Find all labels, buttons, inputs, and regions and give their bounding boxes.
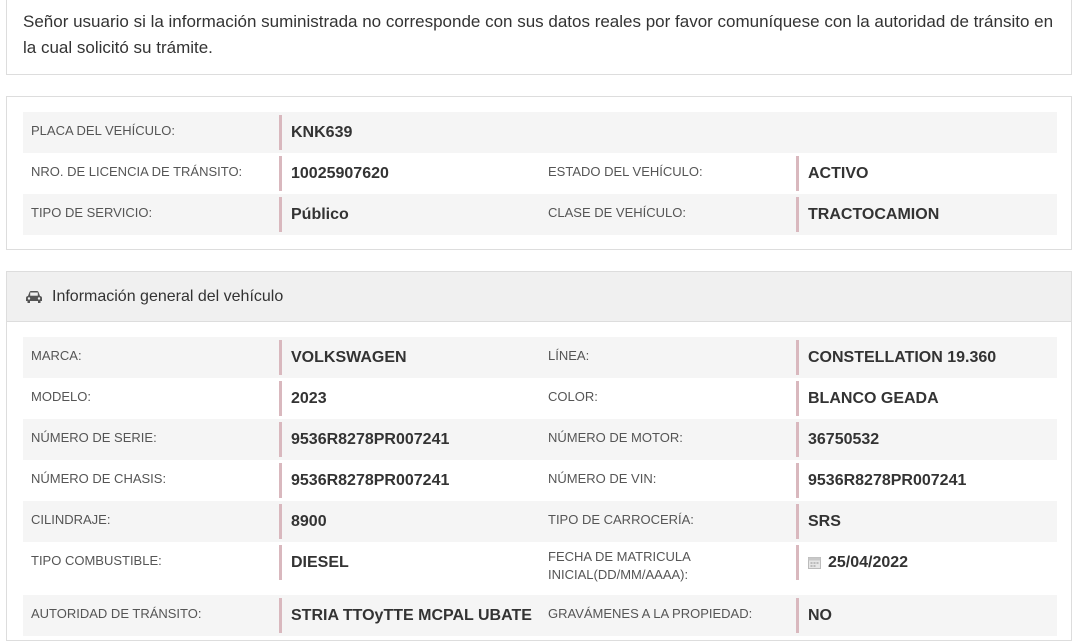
combustible-label: TIPO COMBUSTIBLE: (31, 553, 162, 568)
modelo-value: 2023 (279, 381, 539, 416)
licencia-label: NRO. DE LICENCIA DE TRÁNSITO: (31, 164, 243, 179)
carroceria-label: TIPO DE CARROCERÍA: (548, 512, 694, 527)
vin-label: NÚMERO DE VIN: (548, 471, 657, 486)
summary-row-servicio: TIPO DE SERVICIO: Público CLASE DE VEHÍC… (23, 194, 1057, 235)
chasis-value: 9536R8278PR007241 (279, 463, 539, 498)
clase-value: TRACTOCAMION (796, 197, 1056, 232)
estado-label: ESTADO DEL VEHÍCULO: (548, 164, 703, 179)
autoridad-label: AUTORIDAD DE TRÁNSITO: (31, 606, 202, 621)
info-row: NÚMERO DE SERIE: 9536R8278PR007241 NÚMER… (23, 419, 1057, 460)
calendar-icon (808, 557, 821, 569)
info-row: AUTORIDAD DE TRÁNSITO: STRIA TTOyTTE MCP… (23, 595, 1057, 636)
fecha-matricula-label: FECHA DE MATRICULA INICIAL(DD/MM/AAAA): (548, 549, 691, 582)
serie-value: 9536R8278PR007241 (279, 422, 539, 457)
car-icon (26, 290, 42, 303)
info-row: NÚMERO DE CHASIS: 9536R8278PR007241 NÚME… (23, 460, 1057, 501)
modelo-label: MODELO: (31, 389, 91, 404)
carroceria-value: SRS (796, 504, 1056, 539)
chasis-label: NÚMERO DE CHASIS: (31, 471, 167, 486)
servicio-value: Público (279, 197, 539, 232)
color-label: COLOR: (548, 389, 598, 404)
summary-row-placa: PLACA DEL VEHÍCULO: KNK639 (23, 112, 1057, 153)
general-info-header[interactable]: Información general del vehículo (7, 272, 1071, 322)
serie-label: NÚMERO DE SERIE: (31, 430, 157, 445)
servicio-label: TIPO DE SERVICIO: (31, 205, 153, 220)
gravamenes-label: GRAVÁMENES A LA PROPIEDAD: (548, 606, 753, 621)
vin-value: 9536R8278PR007241 (796, 463, 1056, 498)
general-info-panel: Información general del vehículo MARCA: … (6, 271, 1072, 641)
placa-label: PLACA DEL VEHÍCULO: (31, 123, 176, 138)
placa-value: KNK639 (279, 115, 539, 150)
info-row: MODELO: 2023 COLOR: BLANCO GEADA (23, 378, 1057, 419)
summary-row-licencia: NRO. DE LICENCIA DE TRÁNSITO: 1002590762… (23, 153, 1057, 194)
gravamenes-value: NO (796, 598, 1056, 633)
motor-value: 36750532 (796, 422, 1056, 457)
fecha-matricula-value: 25/04/2022 (796, 545, 1056, 580)
linea-value: CONSTELLATION 19.360 (796, 340, 1056, 375)
color-value: BLANCO GEADA (796, 381, 1056, 416)
fecha-matricula-text: 25/04/2022 (828, 553, 909, 571)
autoridad-value: STRIA TTOyTTE MCPAL UBATE (279, 598, 539, 633)
motor-label: NÚMERO DE MOTOR: (548, 430, 683, 445)
cilindraje-label: CILINDRAJE: (31, 512, 111, 527)
clase-label: CLASE DE VEHÍCULO: (548, 205, 686, 220)
marca-label: MARCA: (31, 348, 82, 363)
info-row: CILINDRAJE: 8900 TIPO DE CARROCERÍA: SRS (23, 501, 1057, 542)
estado-value: ACTIVO (796, 156, 1056, 191)
licencia-value: 10025907620 (279, 156, 539, 191)
combustible-value: DIESEL (279, 545, 539, 580)
notice-message: Señor usuario si la información suminist… (6, 0, 1072, 75)
info-row: MARCA: VOLKSWAGEN LÍNEA: CONSTELLATION 1… (23, 337, 1057, 378)
linea-label: LÍNEA: (548, 348, 590, 363)
cilindraje-value: 8900 (279, 504, 539, 539)
general-info-title: Información general del vehículo (52, 287, 284, 305)
info-row: TIPO COMBUSTIBLE: DIESEL FECHA DE MATRIC… (23, 542, 1057, 592)
marca-value: VOLKSWAGEN (279, 340, 539, 375)
vehicle-summary-panel: PLACA DEL VEHÍCULO: KNK639 NRO. DE LICEN… (6, 96, 1072, 250)
